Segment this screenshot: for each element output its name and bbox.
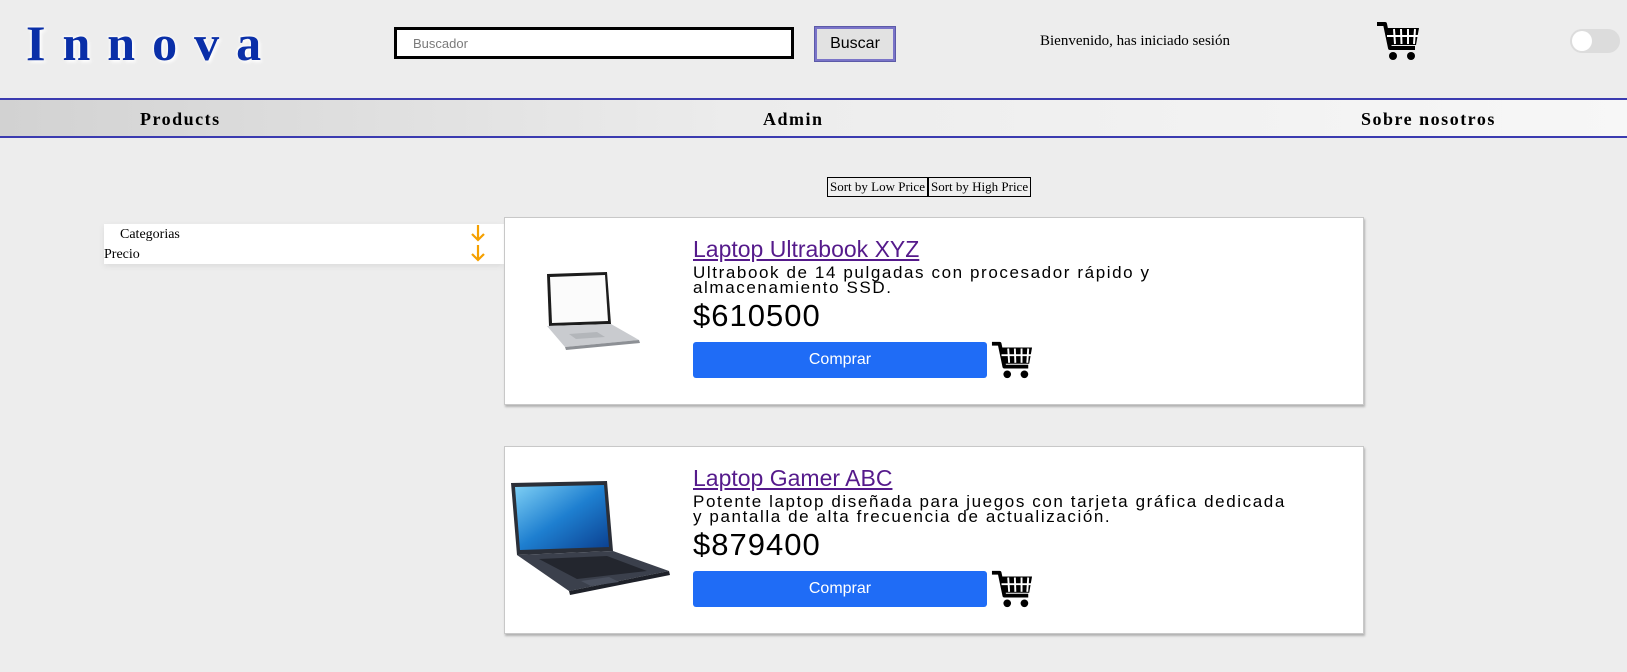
product-price: $610500 [693,298,821,333]
search-input[interactable] [394,27,794,59]
product-price: $879400 [693,527,821,562]
product-card: Laptop Ultrabook XYZ Ultrabook de 14 pul… [504,217,1364,405]
ultrabook-laptop-image [547,272,640,350]
product-title[interactable]: Laptop Ultrabook XYZ [693,236,919,263]
arrow-down-icon [470,244,486,262]
arrow-down-icon [470,224,486,242]
product-card: Laptop Gamer ABC Potente laptop diseñada… [504,446,1364,634]
add-to-cart-icon[interactable] [990,338,1034,380]
filter-sidebar: Categorias Precio [104,224,504,264]
welcome-message: Bienvenido, has iniciado sesión [1040,33,1230,49]
product-title[interactable]: Laptop Gamer ABC [693,465,892,492]
filter-label: Categorias [120,227,180,242]
filter-label: Precio [104,247,140,262]
main-nav: Products Admin Sobre nosotros [0,98,1627,138]
sort-low-price-button[interactable]: Sort by Low Price [827,177,928,197]
product-description: Ultrabook de 14 pulgadas con procesador … [693,263,1151,297]
filter-categorias[interactable]: Categorias [104,224,504,244]
nav-item-sobre-nosotros[interactable]: Sobre nosotros [1361,109,1496,130]
toggle-knob [1572,31,1592,51]
nav-item-products[interactable]: Products [140,109,221,130]
theme-toggle[interactable] [1570,29,1620,53]
gamer-laptop-image [511,481,670,595]
cart-icon[interactable] [1375,18,1421,62]
sort-high-price-button[interactable]: Sort by High Price [927,177,1032,197]
add-to-cart-icon[interactable] [990,567,1034,609]
brand-logo[interactable]: Innova [26,14,278,72]
sort-controls: Sort by Low Price Sort by High Price [827,177,1032,197]
product-description: Potente laptop diseñada para juegos con … [693,492,1286,526]
filter-precio[interactable]: Precio [104,244,504,264]
search-button[interactable]: Buscar [814,26,896,62]
nav-item-admin[interactable]: Admin [763,109,824,130]
buy-button[interactable]: Comprar [693,571,987,607]
buy-button[interactable]: Comprar [693,342,987,378]
